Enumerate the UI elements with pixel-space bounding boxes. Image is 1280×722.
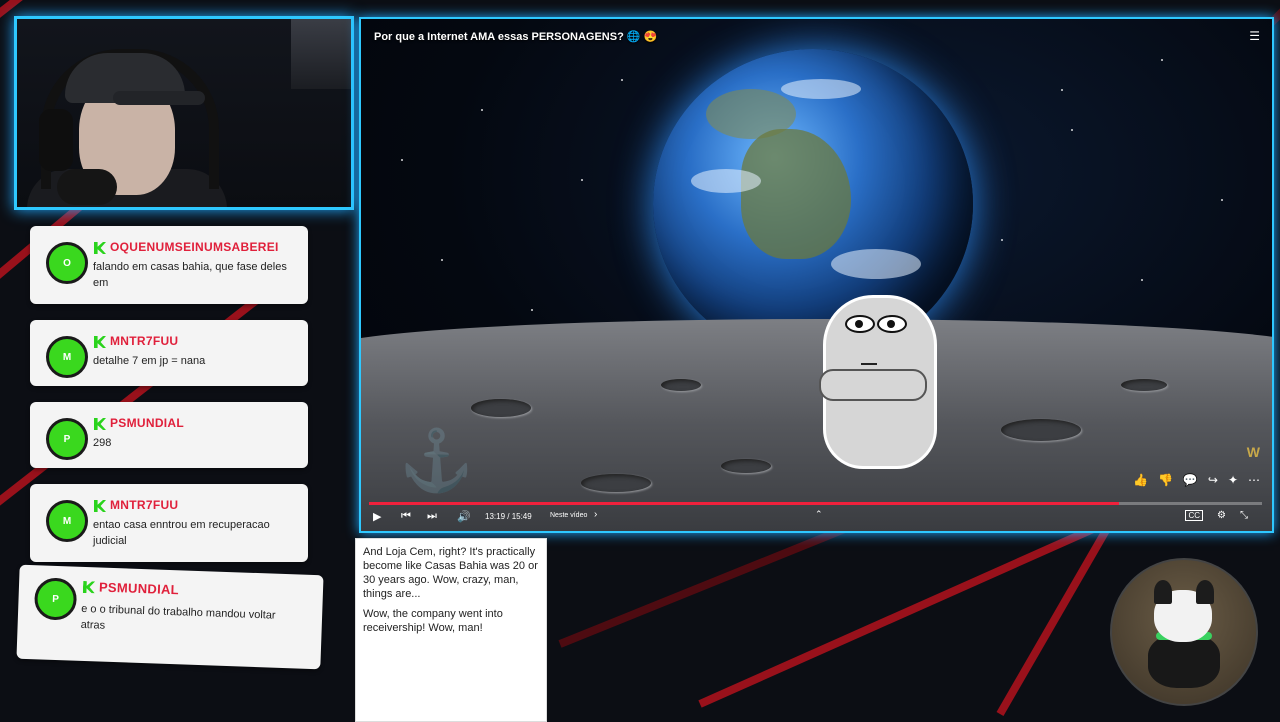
chat-message: O OQUENUMSEINUMSABEREI falando em casas … (30, 226, 308, 304)
earth-cloud (691, 169, 761, 193)
remix-icon[interactable]: ✦ (1228, 473, 1238, 487)
character-arms (819, 369, 927, 401)
dog-ear (1196, 580, 1214, 604)
character-pupil (855, 320, 863, 328)
dog-camera (1110, 558, 1258, 706)
chat-message: M MNTR7FUU entao casa enntrou em recuper… (30, 484, 308, 562)
next-icon[interactable]: ⏭ (427, 510, 437, 523)
time-display: 13:19 / 15:49 (485, 512, 532, 521)
chat-message: P PSMUNDIAL 298 (30, 402, 308, 468)
chat-username: OQUENUMSEINUMSABEREI (110, 240, 279, 254)
webcam-background (291, 19, 351, 89)
chat-username: PSMUNDIAL (110, 416, 185, 430)
volume-icon[interactable]: 🔊 (457, 510, 471, 523)
kick-badge-icon (94, 242, 106, 254)
chat-username: MNTR7FUU (110, 498, 179, 512)
chat-text: falando em casas bahia, que fase deles e… (93, 261, 287, 289)
video-actions: 👍 👎 💬 ↪ ✦ ⋯ (1133, 473, 1260, 487)
chat-text: detalhe 7 em jp = nana (93, 355, 206, 367)
crater (471, 399, 531, 417)
dog-ear (1154, 580, 1172, 604)
character-eye (845, 315, 875, 333)
fullscreen-icon[interactable]: ⤡ (1240, 510, 1248, 521)
star (621, 79, 623, 81)
crater (581, 474, 651, 492)
star (581, 179, 583, 181)
right-controls: CC ⚙ ⤡ (1185, 510, 1248, 521)
crater (1001, 419, 1081, 441)
translation-captions: And Loja Cem, right? It's practically be… (355, 538, 547, 722)
chapter-label[interactable]: Neste vídeo (550, 512, 587, 519)
crater (661, 379, 701, 391)
previous-icon[interactable]: ⏮ (401, 510, 411, 523)
chat-message-new: P PSMUNDIAL e o o tribunal do trabalho m… (16, 564, 324, 670)
anchor-watermark-icon: ⚓ (399, 427, 474, 494)
chat-avatar: P (33, 577, 78, 621)
star (441, 259, 443, 261)
star (1071, 129, 1073, 131)
more-icon[interactable]: ⋯ (1248, 473, 1260, 487)
chat-text: e o o tribunal do trabalho mandou voltar… (80, 602, 276, 632)
dislike-icon[interactable]: 👎 (1158, 473, 1173, 487)
share-icon[interactable]: ↪ (1208, 473, 1218, 487)
player-controls: ▶ ⏮ ⏭ 🔊 13:19 / 15:49 Neste vídeo › ⌃ CC… (369, 509, 1262, 527)
star (1221, 199, 1223, 201)
character-mouth (861, 363, 877, 365)
crater (721, 459, 771, 473)
star (1061, 89, 1063, 91)
chat-text: entao casa enntrou em recuperacao judici… (93, 519, 270, 547)
kick-badge-icon (94, 336, 106, 348)
kick-badge-icon (94, 418, 106, 430)
video-title: Por que a Internet AMA essas PERSONAGENS… (374, 31, 658, 43)
dog-body (1148, 634, 1220, 688)
crater (1121, 379, 1167, 391)
chat-avatar: O (46, 242, 88, 284)
kick-badge-icon (83, 581, 95, 593)
moon-surface (361, 319, 1272, 531)
star (481, 109, 483, 111)
streamer-webcam (14, 16, 354, 210)
chat-avatar: M (46, 500, 88, 542)
chevron-up-icon[interactable]: ⌃ (815, 509, 823, 520)
earth-cloud (781, 79, 861, 99)
comment-icon[interactable]: 💬 (1183, 473, 1198, 487)
caption-line: Wow, the company went into receivership!… (363, 608, 503, 634)
microphone (57, 169, 117, 205)
captions-icon[interactable]: CC (1185, 510, 1204, 521)
star (531, 309, 533, 311)
channel-logo-icon[interactable]: W (1247, 444, 1260, 460)
earth-cloud (831, 249, 921, 279)
list-icon[interactable]: ☰ (1249, 29, 1260, 43)
play-icon[interactable]: ▶ (373, 510, 381, 523)
chat-message: M MNTR7FUU detalhe 7 em jp = nana (30, 320, 308, 386)
headset-earcup (39, 109, 73, 171)
star (401, 159, 403, 161)
like-icon[interactable]: 👍 (1133, 473, 1148, 487)
character-eye (877, 315, 907, 333)
kick-badge-icon (94, 500, 106, 512)
video-player[interactable]: Por que a Internet AMA essas PERSONAGENS… (359, 17, 1274, 533)
chat-avatar: P (46, 418, 88, 460)
chat-username: PSMUNDIAL (98, 579, 180, 598)
cap-brim (113, 91, 205, 105)
character-pupil (887, 320, 895, 328)
star (1141, 279, 1143, 281)
progress-fill (369, 502, 1120, 505)
chevron-right-icon[interactable]: › (594, 509, 597, 520)
chat-avatar: M (46, 336, 88, 378)
caption-line: And Loja Cem, right? It's practically be… (363, 546, 538, 600)
chat-text: 298 (93, 437, 112, 449)
star (1161, 59, 1163, 61)
progress-bar[interactable] (369, 502, 1262, 505)
star (1001, 239, 1003, 241)
settings-icon[interactable]: ⚙ (1217, 510, 1226, 521)
chat-username: MNTR7FUU (110, 334, 179, 348)
